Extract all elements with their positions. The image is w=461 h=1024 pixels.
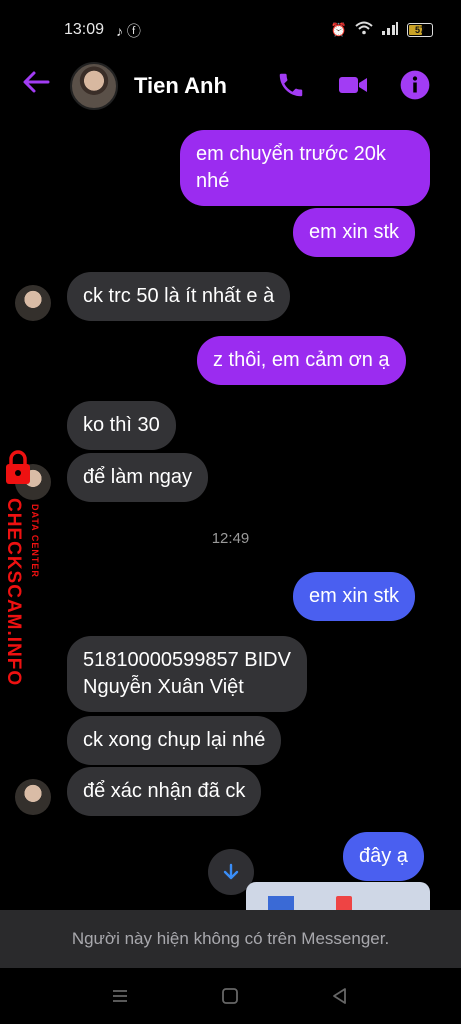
info-icon[interactable] <box>400 70 430 100</box>
alarm-icon: ⏰ <box>330 21 347 37</box>
message-incoming[interactable]: 51810000599857 BIDV Nguyễn Xuân Việt <box>67 636 307 712</box>
message-incoming[interactable]: ko thì 30 <box>67 401 176 450</box>
battery-icon: 57 <box>407 22 433 37</box>
status-bar: 13:09 ♪ ⓕ ⏰ 57 <box>0 0 461 60</box>
message-outgoing[interactable]: z thôi, em cảm ơn ạ <box>197 336 406 385</box>
lock-icon <box>6 450 30 484</box>
watermark-sub: DATA CENTER <box>30 504 40 578</box>
message-incoming[interactable]: ck xong chụp lại nhé <box>67 716 282 765</box>
message-outgoing[interactable]: đây ạ <box>343 832 424 881</box>
notification-icons: ♪ ⓕ <box>116 23 141 39</box>
home-icon[interactable] <box>220 986 240 1006</box>
image-attachment[interactable] <box>246 882 430 912</box>
back-icon[interactable] <box>330 986 350 1006</box>
timestamp: 12:49 <box>211 530 250 547</box>
signal-icon <box>381 21 399 38</box>
video-icon[interactable] <box>338 70 368 100</box>
message-outgoing[interactable]: em xin stk <box>293 572 416 621</box>
scroll-down-icon <box>223 863 239 880</box>
message-incoming[interactable]: để làm ngay <box>67 453 208 502</box>
menu-icon[interactable] <box>110 986 130 1006</box>
message-incoming[interactable]: để xác nhận đã ck <box>67 767 262 816</box>
contact-avatar[interactable] <box>70 62 118 110</box>
wifi-icon <box>355 21 373 38</box>
message-outgoing[interactable]: em xin stk <box>293 208 416 257</box>
contact-avatar-small <box>15 779 51 815</box>
contact-name[interactable]: Tien Anh <box>134 73 227 99</box>
watermark-brand: CHECKSCAM.INFO <box>3 498 24 687</box>
watermark: CHECKSCAM.INFO DATA CENTER <box>0 448 42 686</box>
message-incoming[interactable]: ck trc 50 là ít nhất e à <box>67 272 291 321</box>
back-arrow-icon[interactable] <box>20 66 52 98</box>
status-icons: ⏰ 57 <box>331 21 433 38</box>
system-nav-bar <box>0 968 461 1024</box>
phone-icon[interactable] <box>276 70 306 100</box>
unavailable-notice: Người này hiện không có trên Messenger. <box>0 910 461 968</box>
chat-header: Tien Anh <box>0 60 461 112</box>
status-time: 13:09 <box>64 21 105 38</box>
contact-avatar-small <box>15 285 51 321</box>
message-outgoing[interactable]: em chuyển trước 20k nhé <box>180 130 430 206</box>
